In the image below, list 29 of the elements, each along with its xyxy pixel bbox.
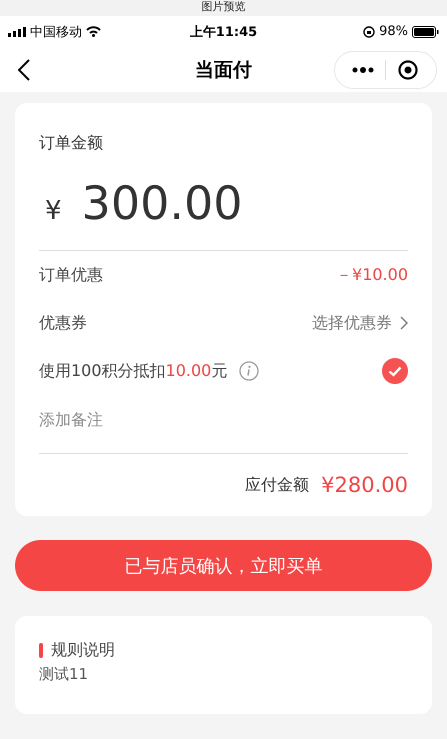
total-label: 应付金额 [245,474,310,496]
discount-value: －¥10.00 [336,264,408,286]
total-amount: ¥280.00 [321,473,408,497]
order-amount-label: 订单金额 [39,133,104,154]
clock: 上午11:45 [190,24,258,40]
signal-icon [8,26,26,36]
more-icon [352,66,374,72]
confirm-pay-button[interactable]: 已与店员确认，立即买单 [15,540,432,591]
back-icon [18,58,30,80]
currency-symbol: ¥ [45,196,62,226]
page-title: 当面付 [195,58,252,82]
rules-title: 规则说明 [51,640,115,661]
row-label: 优惠券 [39,312,87,334]
back-button[interactable] [16,56,32,82]
target-icon [398,60,418,80]
coupon-selector[interactable]: 选择优惠券 [312,312,408,334]
chevron-icon [400,316,408,330]
accent-bar [39,643,43,658]
rules-text: 测试11 [39,665,90,684]
points-label: 使用100积分抵扣10.00元 [39,360,228,382]
rotation-lock-icon [363,26,376,38]
checkbox[interactable] [382,358,408,384]
row-label: 订单优惠 [39,264,103,286]
carrier: 中国移动 [30,24,82,40]
wifi-icon [86,26,101,37]
battery-percent: 98% [379,24,408,39]
info-icon[interactable] [239,361,260,381]
battery-icon [412,26,439,38]
order-amount: 300.00 [82,176,243,230]
